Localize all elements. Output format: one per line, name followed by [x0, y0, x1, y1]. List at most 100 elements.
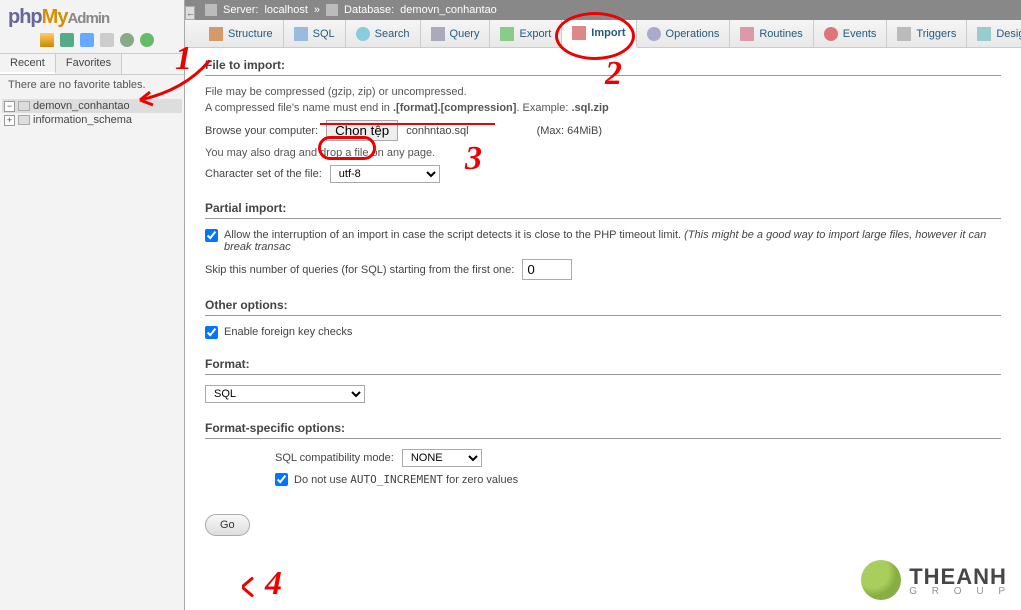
allow-interrupt-label: Allow the interruption of an import in c…: [224, 229, 1001, 253]
sidebar: phpMyAdmin Recent Favorites There are no…: [0, 0, 185, 610]
skip-input[interactable]: [522, 259, 572, 280]
tab-label: Events: [843, 28, 877, 40]
docs-icon[interactable]: [100, 33, 114, 47]
charset-label: Character set of the file:: [205, 168, 322, 180]
db-name: information_schema: [33, 114, 132, 126]
collapse-icon[interactable]: −: [4, 101, 15, 112]
drag-hint: You may also drag and drop a file on any…: [205, 147, 1001, 159]
filename-hint: A compressed file's name must end in .[f…: [205, 102, 1001, 114]
autoinc-row: Do not use AUTO_INCREMENT for zero value…: [275, 473, 1001, 486]
database-icon: [18, 115, 30, 125]
logo-my: My: [42, 6, 68, 28]
section-title: Format-specific options:: [205, 421, 1001, 439]
fk-checkbox[interactable]: [205, 326, 218, 339]
gear-icon[interactable]: [120, 33, 134, 47]
format-select[interactable]: SQL: [205, 385, 365, 403]
tab-label: Export: [519, 28, 551, 40]
tab-label: Import: [591, 27, 625, 39]
bc-separator: »: [314, 4, 320, 16]
search-icon: [356, 27, 370, 41]
bc-server-link[interactable]: localhost: [264, 4, 307, 16]
autoinc-label: Do not use AUTO_INCREMENT for zero value…: [294, 473, 518, 486]
import-icon: [572, 26, 586, 40]
tab-triggers[interactable]: Triggers: [887, 20, 967, 47]
tab-label: Operations: [666, 28, 720, 40]
exit-icon[interactable]: [60, 33, 74, 47]
db-tree-item-information-schema[interactable]: + information_schema: [2, 113, 182, 127]
sidebar-tab-favorites[interactable]: Favorites: [56, 54, 122, 74]
db-tree-item-demovn[interactable]: − demovn_conhantao: [2, 99, 182, 113]
structure-icon: [209, 27, 223, 41]
sql-icon[interactable]: [80, 33, 94, 47]
breadcrumb: Server: localhost » Database: demovn_con…: [185, 0, 1021, 20]
section-title: File to import:: [205, 58, 1001, 76]
max-size-label: (Max: 64MiB): [537, 125, 602, 137]
sidebar-tabs: Recent Favorites: [0, 53, 184, 75]
fk-label: Enable foreign key checks: [224, 326, 352, 338]
skip-row: Skip this number of queries (for SQL) st…: [205, 259, 1001, 280]
format-specific-section: Format-specific options: SQL compatibili…: [205, 421, 1001, 486]
collapse-sidebar-button[interactable]: ←: [185, 6, 195, 20]
tab-search[interactable]: Search: [346, 20, 421, 47]
db-name: demovn_conhantao: [33, 100, 130, 112]
triggers-icon: [897, 27, 911, 41]
file-to-import-section: File to import: File may be compressed (…: [205, 58, 1001, 183]
designer-icon: [977, 27, 991, 41]
db-tree: − demovn_conhantao + information_schema: [0, 95, 184, 131]
browse-row: Browse your computer: Chọn tệp conhntao.…: [205, 120, 1001, 141]
section-title: Format:: [205, 357, 1001, 375]
database-icon: [18, 101, 30, 111]
tab-label: SQL: [313, 28, 335, 40]
skip-label: Skip this number of queries (for SQL) st…: [205, 264, 514, 276]
server-icon: [205, 4, 217, 16]
charset-select[interactable]: utf-8: [330, 165, 440, 183]
tab-operations[interactable]: Operations: [637, 20, 731, 47]
go-button[interactable]: Go: [205, 514, 250, 536]
tab-label: Triggers: [916, 28, 956, 40]
tab-label: Search: [375, 28, 410, 40]
tab-sql[interactable]: SQL: [284, 20, 346, 47]
tab-export[interactable]: Export: [490, 20, 562, 47]
database-icon: [326, 4, 338, 16]
bc-server-label: Server:: [223, 4, 258, 16]
browse-label: Browse your computer:: [205, 125, 318, 137]
tab-label: Designer: [996, 28, 1021, 40]
tab-routines[interactable]: Routines: [730, 20, 813, 47]
bc-db-link[interactable]: demovn_conhantao: [400, 4, 497, 16]
query-icon: [431, 27, 445, 41]
home-icon[interactable]: [40, 33, 54, 47]
section-title: Partial import:: [205, 201, 1001, 219]
partial-import-section: Partial import: Allow the interruption o…: [205, 201, 1001, 280]
tab-designer[interactable]: Designer: [967, 20, 1021, 47]
format-section: Format: SQL: [205, 357, 1001, 403]
other-options-section: Other options: Enable foreign key checks: [205, 298, 1001, 339]
tab-bar: Structure SQL Search Query Export Import…: [185, 20, 1021, 48]
sidebar-quick-icons: [0, 31, 184, 53]
sidebar-message: There are no favorite tables.: [0, 75, 184, 95]
charset-row: Character set of the file: utf-8: [205, 165, 1001, 183]
allow-interrupt-checkbox[interactable]: [205, 229, 218, 242]
compat-label: SQL compatibility mode:: [275, 452, 394, 464]
routines-icon: [740, 27, 754, 41]
fk-row: Enable foreign key checks: [205, 326, 1001, 339]
selected-filename: conhntao.sql: [406, 125, 468, 137]
allow-interrupt-row: Allow the interruption of an import in c…: [205, 229, 1001, 253]
tab-label: Structure: [228, 28, 273, 40]
sidebar-tab-recent[interactable]: Recent: [0, 54, 56, 74]
autoinc-checkbox[interactable]: [275, 473, 288, 486]
sql-icon: [294, 27, 308, 41]
events-icon: [824, 27, 838, 41]
tab-query[interactable]: Query: [421, 20, 491, 47]
reload-icon[interactable]: [140, 33, 154, 47]
export-icon: [500, 27, 514, 41]
content: File to import: File may be compressed (…: [185, 48, 1021, 546]
logo[interactable]: phpMyAdmin: [0, 0, 184, 31]
tab-structure[interactable]: Structure: [199, 20, 284, 47]
choose-file-button[interactable]: Chọn tệp: [326, 120, 398, 141]
compat-row: SQL compatibility mode: NONE: [275, 449, 1001, 467]
compress-hint: File may be compressed (gzip, zip) or un…: [205, 86, 1001, 98]
tab-import[interactable]: Import: [562, 20, 636, 48]
tab-events[interactable]: Events: [814, 20, 888, 47]
compat-select[interactable]: NONE: [402, 449, 482, 467]
expand-icon[interactable]: +: [4, 115, 15, 126]
